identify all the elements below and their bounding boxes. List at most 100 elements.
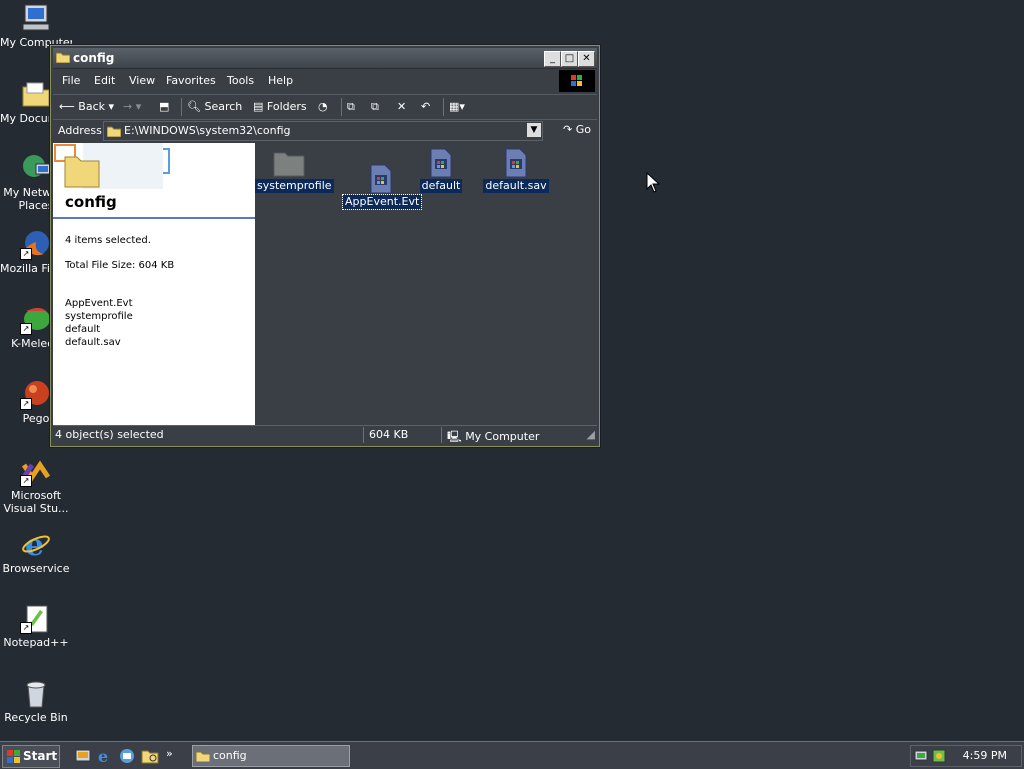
desktop-icon-browservice[interactable]: e Browservice [0, 528, 72, 575]
folder-icon [273, 147, 305, 179]
file-item-appevent[interactable]: AppEvent.Evt [341, 163, 423, 210]
selected-file-name: default [65, 324, 101, 335]
up-folder-button[interactable]: ⬒ [159, 98, 169, 116]
address-input[interactable]: E:\WINDOWS\system32\config ▼ [103, 121, 543, 141]
details-pane: config 4 items selected. Total File Size… [53, 143, 255, 425]
history-button[interactable]: ◔ [318, 98, 328, 116]
window-title: config [73, 51, 115, 65]
menu-tools[interactable]: Tools [227, 74, 254, 87]
file-item-label: AppEvent.Evt [341, 194, 423, 210]
quicklaunch-chevron-icon[interactable]: » [166, 747, 184, 765]
file-item-systemprofile[interactable]: systemprofile [255, 147, 334, 193]
undo-button[interactable]: ↶ [421, 98, 430, 116]
forward-button[interactable]: → ▾ [123, 98, 141, 116]
start-button[interactable]: Start [2, 745, 60, 768]
desktop-icon-my-computer[interactable]: My Computer [0, 2, 72, 49]
selected-file-name: AppEvent.Evt [65, 298, 133, 309]
mouse-cursor-icon [646, 172, 660, 193]
quicklaunch-explorer-icon[interactable] [141, 747, 159, 765]
firefox-icon: ↗ [20, 228, 52, 260]
shortcut-arrow-icon: ↗ [20, 622, 32, 634]
title-bar[interactable]: config _ □ ✕ [53, 48, 597, 69]
folder-icon [196, 751, 210, 762]
delete-icon: ✕ [397, 100, 407, 113]
search-button[interactable]: 🔍︎ Search [187, 98, 242, 116]
back-button[interactable]: ⟵ Back ▾ [59, 98, 114, 116]
up-folder-icon: ⬒ [159, 100, 170, 113]
desktop-icon-visual-studio[interactable]: ↗ Microsoft Visual Stu... [0, 455, 72, 515]
quicklaunch-desktop-icon[interactable] [74, 747, 92, 765]
go-label: Go [575, 123, 591, 136]
file-item-label: systemprofile [255, 179, 334, 193]
system-file-icon [425, 147, 457, 179]
go-button[interactable]: ↷ Go [563, 123, 591, 136]
file-list[interactable]: systemprofile AppEvent.Evt default defau… [255, 143, 597, 425]
desktop-icon-notepad[interactable]: ↗ Notepad++ [0, 602, 72, 649]
menu-bar: File Edit View Favorites Tools Help [53, 70, 597, 92]
clock[interactable]: 4:59 PM [963, 749, 1007, 762]
file-item-label: default [419, 179, 463, 193]
delete-button[interactable]: ✕ [397, 98, 406, 116]
copy-to-button[interactable]: ⧉ [371, 98, 379, 116]
details-pane-header: config [53, 143, 255, 219]
selected-file-name: systemprofile [65, 311, 133, 322]
status-objects: 4 object(s) selected [55, 428, 164, 441]
explorer-window[interactable]: config _ □ ✕ File Edit View Favorites To… [50, 45, 600, 447]
search-label: Search [204, 100, 243, 113]
system-file-icon [365, 163, 397, 195]
folder-icon [20, 78, 52, 110]
views-button[interactable]: ▦▾ [449, 98, 465, 116]
my-computer-icon: 🖳︎ [447, 430, 462, 443]
recycle-bin-icon [20, 677, 52, 709]
desktop-icon-label: Microsoft Visual Stu... [3, 489, 69, 515]
folder-icon [107, 126, 121, 137]
address-dropdown-button[interactable]: ▼ [527, 123, 541, 137]
toolbar-separator [181, 98, 182, 116]
menu-edit[interactable]: Edit [94, 74, 115, 87]
menu-help[interactable]: Help [268, 74, 293, 87]
taskbar: Start e » config 4:59 PM [0, 741, 1024, 769]
volume-tray-icon[interactable] [931, 748, 947, 764]
status-size: 604 KB [369, 428, 409, 441]
shortcut-arrow-icon: ↗ [20, 248, 32, 260]
toolbar-separator [443, 98, 444, 116]
maximize-button[interactable]: □ [561, 51, 578, 67]
menu-file[interactable]: File [62, 74, 80, 87]
desktop-icon-label: Browservice [2, 562, 70, 575]
close-button[interactable]: ✕ [578, 51, 595, 67]
status-divider [363, 427, 364, 443]
search-icon: 🔍︎ [187, 100, 201, 113]
windows-logo-icon [559, 70, 595, 92]
views-icon: ▦▾ [449, 100, 465, 113]
my-computer-icon [20, 2, 52, 34]
start-label: Start [23, 749, 58, 763]
menu-favorites[interactable]: Favorites [166, 74, 216, 87]
total-size-text: Total File Size: 604 KB [65, 260, 175, 271]
resize-grip-icon[interactable]: ◢ [587, 428, 595, 441]
move-to-icon: ⧉ [347, 100, 355, 113]
toolbar: ⟵ Back ▾ → ▾ ⬒ 🔍︎ Search ▤ Folders ◔ ⧉ ⧉… [53, 94, 597, 119]
quicklaunch-ie-icon[interactable]: e [96, 747, 114, 766]
taskbar-button-config[interactable]: config [192, 745, 350, 767]
status-bar: 4 object(s) selected 604 KB 🖳︎ My Comput… [53, 425, 597, 444]
shortcut-arrow-icon: ↗ [20, 398, 32, 410]
pego-icon: ↗ [20, 378, 52, 410]
file-item-default[interactable]: default [419, 147, 463, 193]
file-item-label: default.sav [483, 179, 549, 193]
shortcut-arrow-icon: ↗ [20, 323, 32, 335]
folders-button[interactable]: ▤ Folders [253, 98, 307, 116]
status-location: 🖳︎ My Computer [447, 428, 539, 447]
menu-view[interactable]: View [129, 74, 155, 87]
address-bar: Address E:\WINDOWS\system32\config ▼ ↷ G… [53, 119, 597, 142]
quicklaunch-outlook-icon[interactable] [118, 747, 136, 765]
minimize-button[interactable]: _ [544, 51, 561, 67]
folder-icon [56, 52, 70, 63]
notepad-icon: ↗ [20, 602, 52, 634]
taskbar-button-label: config [213, 749, 247, 762]
file-item-default-sav[interactable]: default.sav [483, 147, 549, 193]
system-tray: 4:59 PM [910, 745, 1022, 767]
network-tray-icon[interactable] [914, 748, 930, 764]
selection-count-text: 4 items selected. [65, 235, 151, 246]
desktop-icon-recycle-bin[interactable]: Recycle Bin [0, 677, 72, 724]
move-to-button[interactable]: ⧉ [347, 98, 355, 116]
